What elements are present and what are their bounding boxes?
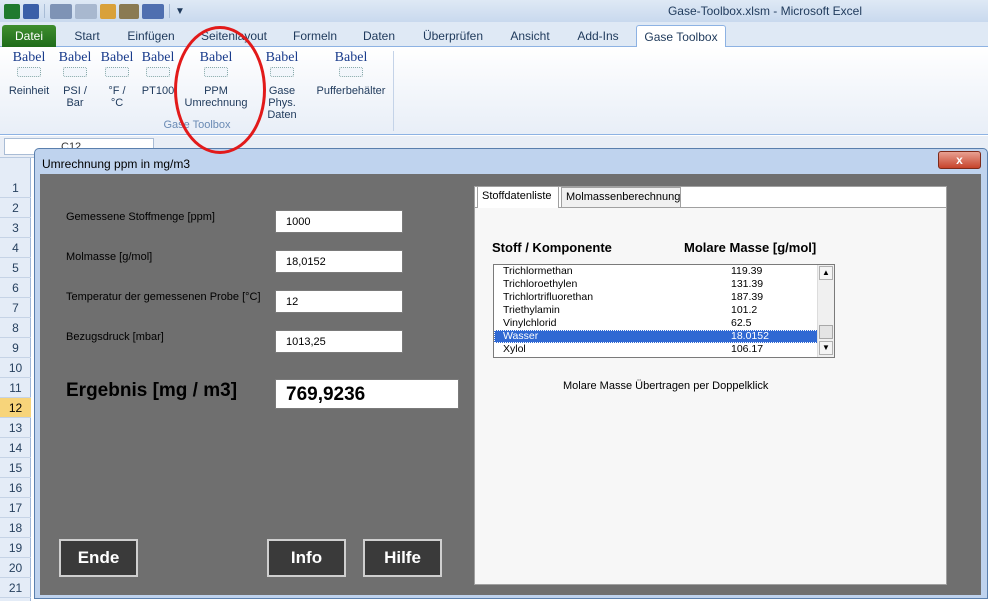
bezugsdruck-field[interactable]: 1013,25 <box>275 330 403 353</box>
row-header[interactable]: 17 <box>0 498 31 518</box>
stoff-listbox[interactable]: Trichlormethan 119.39 Trichloroethylen 131… <box>493 264 835 358</box>
stoff-header: Stoff / Komponente <box>492 240 612 255</box>
row-headers: 1 2 3 4 5 6 7 8 9 10 11 12 13 14 15 16 17 18 19 20 21 <box>0 158 31 601</box>
row-header[interactable]: 14 <box>0 438 31 458</box>
row-header[interactable]: 4 <box>0 238 31 258</box>
celsius-label: °C <box>110 97 124 109</box>
psi-bar-button[interactable]: Babel PSI / Bar <box>56 51 94 110</box>
temperatur-field[interactable]: 12 <box>275 290 403 313</box>
stoffdaten-panel: Stoffdatenliste Molmassenberechnung Stof… <box>474 186 947 585</box>
title-bar: ▼ Gase-Toolbox.xlsm - Microsoft Excel <box>0 0 988 22</box>
tab-ueberpruefen[interactable]: Überprüfen <box>414 25 492 47</box>
listbox-scrollbar[interactable]: ▲ ▼ <box>817 265 834 357</box>
tab-add-ins[interactable]: Add-Ins <box>568 25 628 47</box>
row-header[interactable]: 5 <box>0 258 31 278</box>
panel-content: Stoff / Komponente Molare Masse [g/mol] … <box>475 207 946 584</box>
row-header[interactable]: 21 <box>0 578 31 598</box>
tab-start[interactable]: Start <box>62 25 112 47</box>
babel-icon: Babel <box>265 51 299 81</box>
stoffmenge-field[interactable]: 1000 <box>275 210 403 233</box>
annotation-ellipse <box>174 26 266 154</box>
fahrenheit-celsius-button[interactable]: Babel °F / °C <box>98 51 136 110</box>
tab-datei[interactable]: Datei <box>2 25 56 47</box>
row-header[interactable]: 3 <box>0 218 31 238</box>
row-header[interactable]: 18 <box>0 518 31 538</box>
ribbon-group-separator <box>393 51 394 131</box>
list-item[interactable]: Vinylchlorid 62.5 <box>494 317 834 330</box>
bar-label: Bar <box>66 97 84 109</box>
row-header[interactable]: 2 <box>0 198 31 218</box>
doppelklick-hint: Molare Masse Übertragen per Doppelklick <box>563 380 769 392</box>
babel-icon: Babel <box>334 51 368 81</box>
ribbon-body: Babel Reinheit Babel PSI / Bar Babel °F … <box>0 47 988 135</box>
row-header[interactable]: 7 <box>0 298 31 318</box>
tab-daten[interactable]: Daten <box>354 25 404 47</box>
stoffmenge-label: Gemessene Stoffmenge [ppm] <box>66 211 215 223</box>
row-header[interactable]: 12 <box>0 398 31 418</box>
row-header[interactable]: 9 <box>0 338 31 358</box>
bezugsdruck-label: Bezugsdruck [mbar] <box>66 331 164 343</box>
scroll-thumb[interactable] <box>819 325 833 339</box>
list-item[interactable]: Trichloroethylen 131.39 <box>494 278 834 291</box>
pufferbehaelter-label: Pufferbehälter <box>316 85 386 97</box>
pt100-label: PT100 <box>141 85 175 97</box>
row-header[interactable]: 15 <box>0 458 31 478</box>
row-header[interactable]: 13 <box>0 418 31 438</box>
window-title: Gase-Toolbox.xlsm - Microsoft Excel <box>667 4 862 18</box>
list-item[interactable]: Xylol 106.17 <box>494 343 834 356</box>
list-item[interactable]: Trichlormethan 119.39 <box>494 265 834 278</box>
hilfe-button[interactable]: Hilfe <box>363 539 442 577</box>
dialog-client: Gemessene Stoffmenge [ppm] 1000 Molmasse… <box>40 174 981 595</box>
babel-icon: Babel <box>12 51 46 81</box>
close-button[interactable]: x <box>938 151 981 169</box>
list-item[interactable]: Triethylamin 101.2 <box>494 304 834 317</box>
row-header[interactable]: 1 <box>0 178 31 198</box>
row-header[interactable]: 8 <box>0 318 31 338</box>
pt100-button[interactable]: Babel PT100 <box>138 51 178 98</box>
psi-label: PSI / <box>63 85 87 97</box>
molmasse-field[interactable]: 18,0152 <box>275 250 403 273</box>
dialog-title: Umrechnung ppm in mg/m3 <box>42 157 191 171</box>
row-header[interactable]: 16 <box>0 478 31 498</box>
temperatur-label: Temperatur der gemessenen Probe [°C] <box>66 291 261 303</box>
reinheit-button[interactable]: Babel Reinheit <box>4 51 54 98</box>
tab-einfuegen[interactable]: Einfügen <box>118 25 184 47</box>
babel-icon: Babel <box>141 51 175 81</box>
fahrenheit-label: °F / <box>108 85 126 97</box>
row-header[interactable]: 11 <box>0 378 31 398</box>
tab-ansicht[interactable]: Ansicht <box>500 25 560 47</box>
reinheit-label: Reinheit <box>8 85 50 97</box>
row-header[interactable]: 19 <box>0 538 31 558</box>
row-header[interactable]: 20 <box>0 558 31 578</box>
ende-button[interactable]: Ende <box>59 539 138 577</box>
tab-gase-toolbox[interactable]: Gase Toolbox <box>636 25 726 47</box>
molare-masse-header: Molare Masse [g/mol] <box>684 240 817 255</box>
tab-molmassenberechnung[interactable]: Molmassenberechnung <box>561 187 681 207</box>
gase-phys-label: Gase Phys. <box>268 85 296 109</box>
tab-stoffdatenliste[interactable]: Stoffdatenliste <box>477 186 559 208</box>
list-item[interactable]: Trichlortrifluorethan 187.39 <box>494 291 834 304</box>
ppm-dialog: Umrechnung ppm in mg/m3 x Gemessene Stof… <box>34 148 988 599</box>
row-header[interactable]: 10 <box>0 358 31 378</box>
tab-formeln[interactable]: Formeln <box>284 25 346 47</box>
row-header[interactable]: 6 <box>0 278 31 298</box>
babel-icon: Babel <box>100 51 134 81</box>
info-button[interactable]: Info <box>267 539 346 577</box>
list-item-selected[interactable]: Wasser 18.0152 <box>494 330 834 343</box>
molmasse-label: Molmasse [g/mol] <box>66 251 153 263</box>
babel-icon: Babel <box>58 51 92 81</box>
ribbon-tabs: Datei Start Einfügen Seitenlayout Formel… <box>0 22 988 47</box>
scroll-up-icon[interactable]: ▲ <box>819 266 833 280</box>
scroll-down-icon[interactable]: ▼ <box>819 341 833 355</box>
ergebnis-label: Ergebnis [mg / m3] <box>66 380 238 401</box>
pufferbehaelter-button[interactable]: Babel Pufferbehälter <box>312 51 390 98</box>
ergebnis-field[interactable]: 769,9236 <box>275 379 459 409</box>
